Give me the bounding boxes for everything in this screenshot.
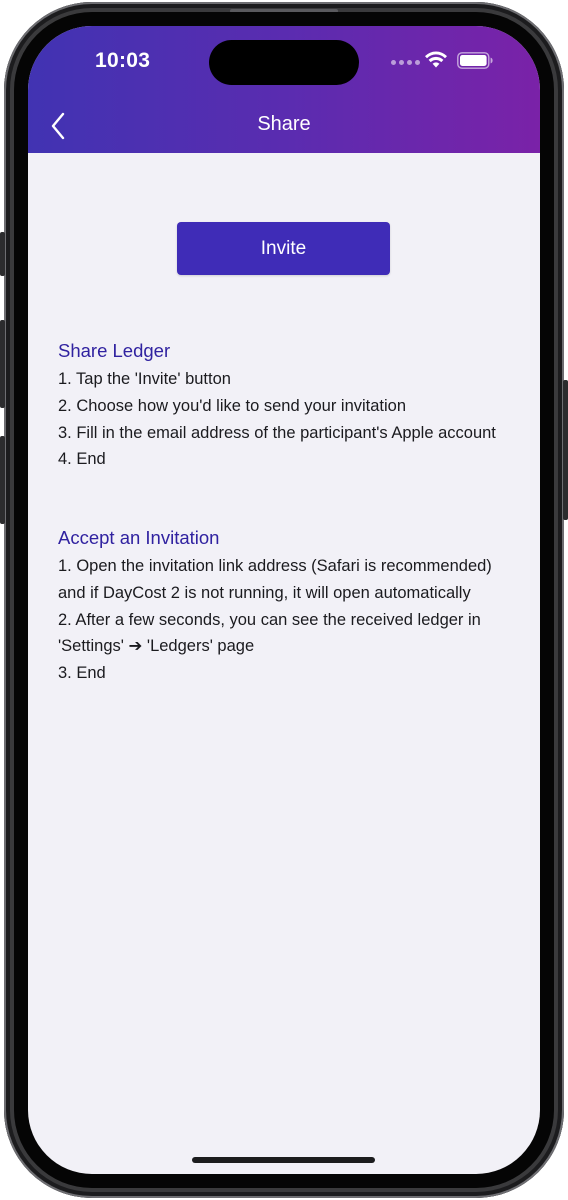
- battery-icon: [457, 52, 493, 69]
- home-indicator[interactable]: [192, 1157, 375, 1163]
- share-step: 2. Choose how you'd like to send your in…: [58, 396, 407, 415]
- share-ledger-title: Share Ledger: [58, 340, 171, 361]
- action-button: [0, 232, 5, 276]
- page: 10:03 Share Invite Share Ledger 1. Tap t…: [0, 0, 568, 1200]
- power-button: [563, 380, 568, 520]
- screen: 10:03 Share Invite Share Ledger 1. Tap t…: [28, 26, 540, 1174]
- share-step: 4. End: [58, 450, 106, 469]
- cellular-dots-icon: [391, 60, 420, 65]
- accept-step: 2. After a few seconds, you can see the …: [58, 610, 481, 656]
- status-time: 10:03: [95, 49, 151, 72]
- accept-step: 3. End: [58, 664, 106, 683]
- share-step: 3. Fill in the email address of the part…: [58, 423, 496, 442]
- navigation-header: 10:03 Share: [28, 26, 540, 153]
- volume-down-button: [0, 436, 5, 524]
- accept-step: 1. Open the invitation link address (Saf…: [58, 557, 492, 602]
- accept-invitation-section: Accept an Invitation 1. Open the invitat…: [58, 525, 506, 687]
- invite-button[interactable]: Invite: [177, 222, 390, 275]
- volume-up-button: [0, 320, 5, 408]
- share-ledger-section: Share Ledger 1. Tap the 'Invite' button …: [58, 338, 506, 473]
- wifi-icon: [425, 51, 447, 68]
- share-step: 1. Tap the 'Invite' button: [58, 370, 231, 388]
- dynamic-island: [209, 40, 359, 85]
- page-title: Share: [257, 113, 311, 135]
- accept-invitation-title: Accept an Invitation: [58, 527, 220, 548]
